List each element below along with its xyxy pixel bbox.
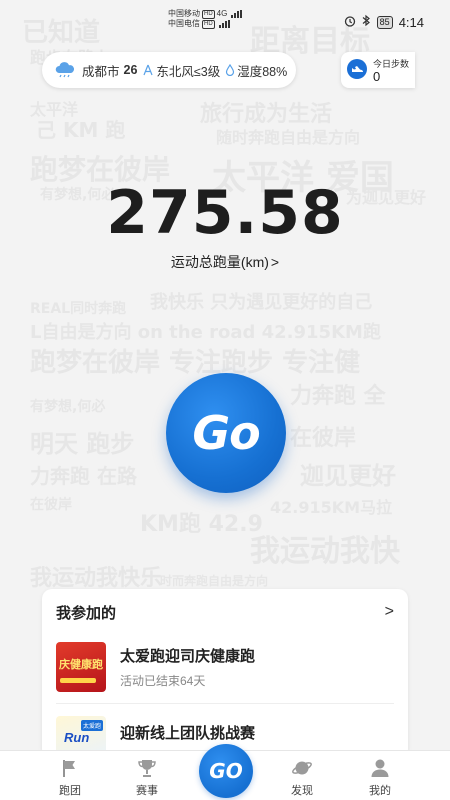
chevron-right-icon: > xyxy=(384,603,394,620)
alarm-icon xyxy=(344,15,356,30)
total-distance-link[interactable]: 运动总跑量(km) > xyxy=(0,252,450,272)
watermark-text: 明天 跑步 xyxy=(30,430,135,458)
event-title: 迎新线上团队挑战赛 xyxy=(120,724,256,742)
flag-icon xyxy=(63,760,75,777)
nav-item-profile[interactable]: 我的 xyxy=(350,757,410,798)
status-time: 4:14 xyxy=(398,14,424,30)
weather-temperature: 26 xyxy=(123,63,138,77)
nav-go-label: GO xyxy=(209,759,243,783)
watermark-text: 在彼岸 xyxy=(30,497,72,513)
planet-icon xyxy=(292,761,312,775)
watermark-text: 在彼岸 xyxy=(290,426,357,451)
watermark-text: 我运动我快乐 xyxy=(30,566,163,591)
event-info: 太爱跑迎司庆健康跑 活动已结束64天 xyxy=(120,645,255,689)
hd-badge: HD xyxy=(202,9,215,19)
weather-humidity-text: 湿度88% xyxy=(237,64,288,79)
event-thumbnail: 庆健康跑 xyxy=(56,642,106,692)
watermark-text: 力奔跑 全 xyxy=(290,384,386,409)
battery-icon: 85 xyxy=(376,15,393,29)
carrier-info: 中国移动 HD 4G 中国电信 HD xyxy=(168,9,243,29)
nav-go-button[interactable]: GO xyxy=(199,744,253,798)
my-events-card: 我参加的 > 庆健康跑 太爱跑迎司庆健康跑 活动已结束64天 太爱跑 Run 迎… xyxy=(42,589,408,759)
nav-label-events: 赛事 xyxy=(136,785,158,797)
total-distance-value: 275.58 xyxy=(106,178,344,248)
nav-label-team: 跑团 xyxy=(59,785,81,797)
cloudy-rain-icon xyxy=(55,62,75,78)
nav-label-profile: 我的 xyxy=(369,785,391,797)
wind-icon xyxy=(143,64,153,76)
weather-city: 成都市 xyxy=(82,64,120,79)
watermark-text: KM跑 42.9 xyxy=(140,512,263,537)
watermark-text: 42.915KM马拉 xyxy=(270,498,393,517)
weather-humidity: 湿度88% xyxy=(225,61,287,80)
hd-badge: HD xyxy=(202,19,215,29)
watermark-text: 旅行成为生活 xyxy=(200,102,333,127)
watermark-text: 有梦想,何必 xyxy=(30,399,106,415)
watermark-text: 己 KM 跑 xyxy=(36,118,126,142)
user-icon xyxy=(371,759,389,777)
total-distance-label: 运动总跑量(km) xyxy=(170,254,269,270)
trophy-icon xyxy=(138,760,156,777)
watermark-text: 我运动我快 xyxy=(250,534,400,569)
steps-card[interactable]: 今日步数 0 xyxy=(341,52,415,88)
water-drop-icon xyxy=(226,64,235,76)
watermark-text: 迦见更好 xyxy=(300,462,396,490)
event-item[interactable]: 庆健康跑 太爱跑迎司庆健康跑 活动已结束64天 xyxy=(56,639,396,695)
carrier-2: 中国电信 xyxy=(168,19,200,28)
status-bar: 中国移动 HD 4G 中国电信 HD 85 4:14 xyxy=(0,0,450,44)
my-events-header[interactable]: 我参加的 > xyxy=(42,589,408,635)
watermark-text: 随时奔跑自由是方向 xyxy=(216,128,361,147)
start-run-button[interactable]: Go xyxy=(166,373,286,493)
weather-wind-text: 东北风≤3级 xyxy=(156,64,221,79)
nav-label-discover: 发现 xyxy=(291,785,313,797)
event-title: 太爱跑迎司庆健康跑 xyxy=(120,648,256,665)
watermark-text: L自由是方向 on the road 42.915KM跑 xyxy=(30,322,381,343)
nav-item-team[interactable]: 跑团 xyxy=(40,757,100,798)
divider xyxy=(56,703,394,704)
event-thumbnail-text: 庆健康跑 xyxy=(59,659,103,671)
chevron-right-icon: > xyxy=(270,254,280,270)
watermark-text: 我快乐 只为遇见更好的自己 xyxy=(150,292,373,313)
event-info: 迎新线上团队挑战赛 xyxy=(120,722,255,743)
steps-value: 0 xyxy=(373,69,381,84)
nav-item-events[interactable]: 赛事 xyxy=(117,757,177,798)
watermark-text: REAL同时奔跑 xyxy=(30,301,127,317)
watermark-text: 时而奔跑自由是方向 xyxy=(160,574,269,588)
weather-wind: 东北风≤3级 xyxy=(142,61,220,80)
nav-item-discover[interactable]: 发现 xyxy=(272,757,332,798)
my-events-title: 我参加的 xyxy=(56,604,117,622)
event-thumbnail-text: Run xyxy=(64,730,90,745)
carrier-1: 中国移动 xyxy=(168,9,200,18)
watermark-text: 跑梦在彼岸 专注跑步 专注健 xyxy=(30,348,361,378)
network-type: 4G xyxy=(216,9,228,18)
event-status: 活动已结束64天 xyxy=(120,674,206,688)
weather-card[interactable]: 成都市 26 东北风≤3级 湿度88% xyxy=(42,52,296,88)
status-right: 85 4:14 xyxy=(344,14,424,30)
signal-icon xyxy=(218,20,230,28)
running-shoe-icon xyxy=(347,59,367,79)
watermark-text: 太平洋 xyxy=(30,100,79,119)
event-thumbnail-stripe xyxy=(60,678,96,683)
start-run-label: Go xyxy=(192,406,260,460)
signal-icon xyxy=(231,10,243,18)
bluetooth-icon xyxy=(362,14,371,30)
weather-city-temp: 成都市 26 xyxy=(82,61,137,80)
watermark-text: 力奔跑 在路 xyxy=(30,464,137,488)
